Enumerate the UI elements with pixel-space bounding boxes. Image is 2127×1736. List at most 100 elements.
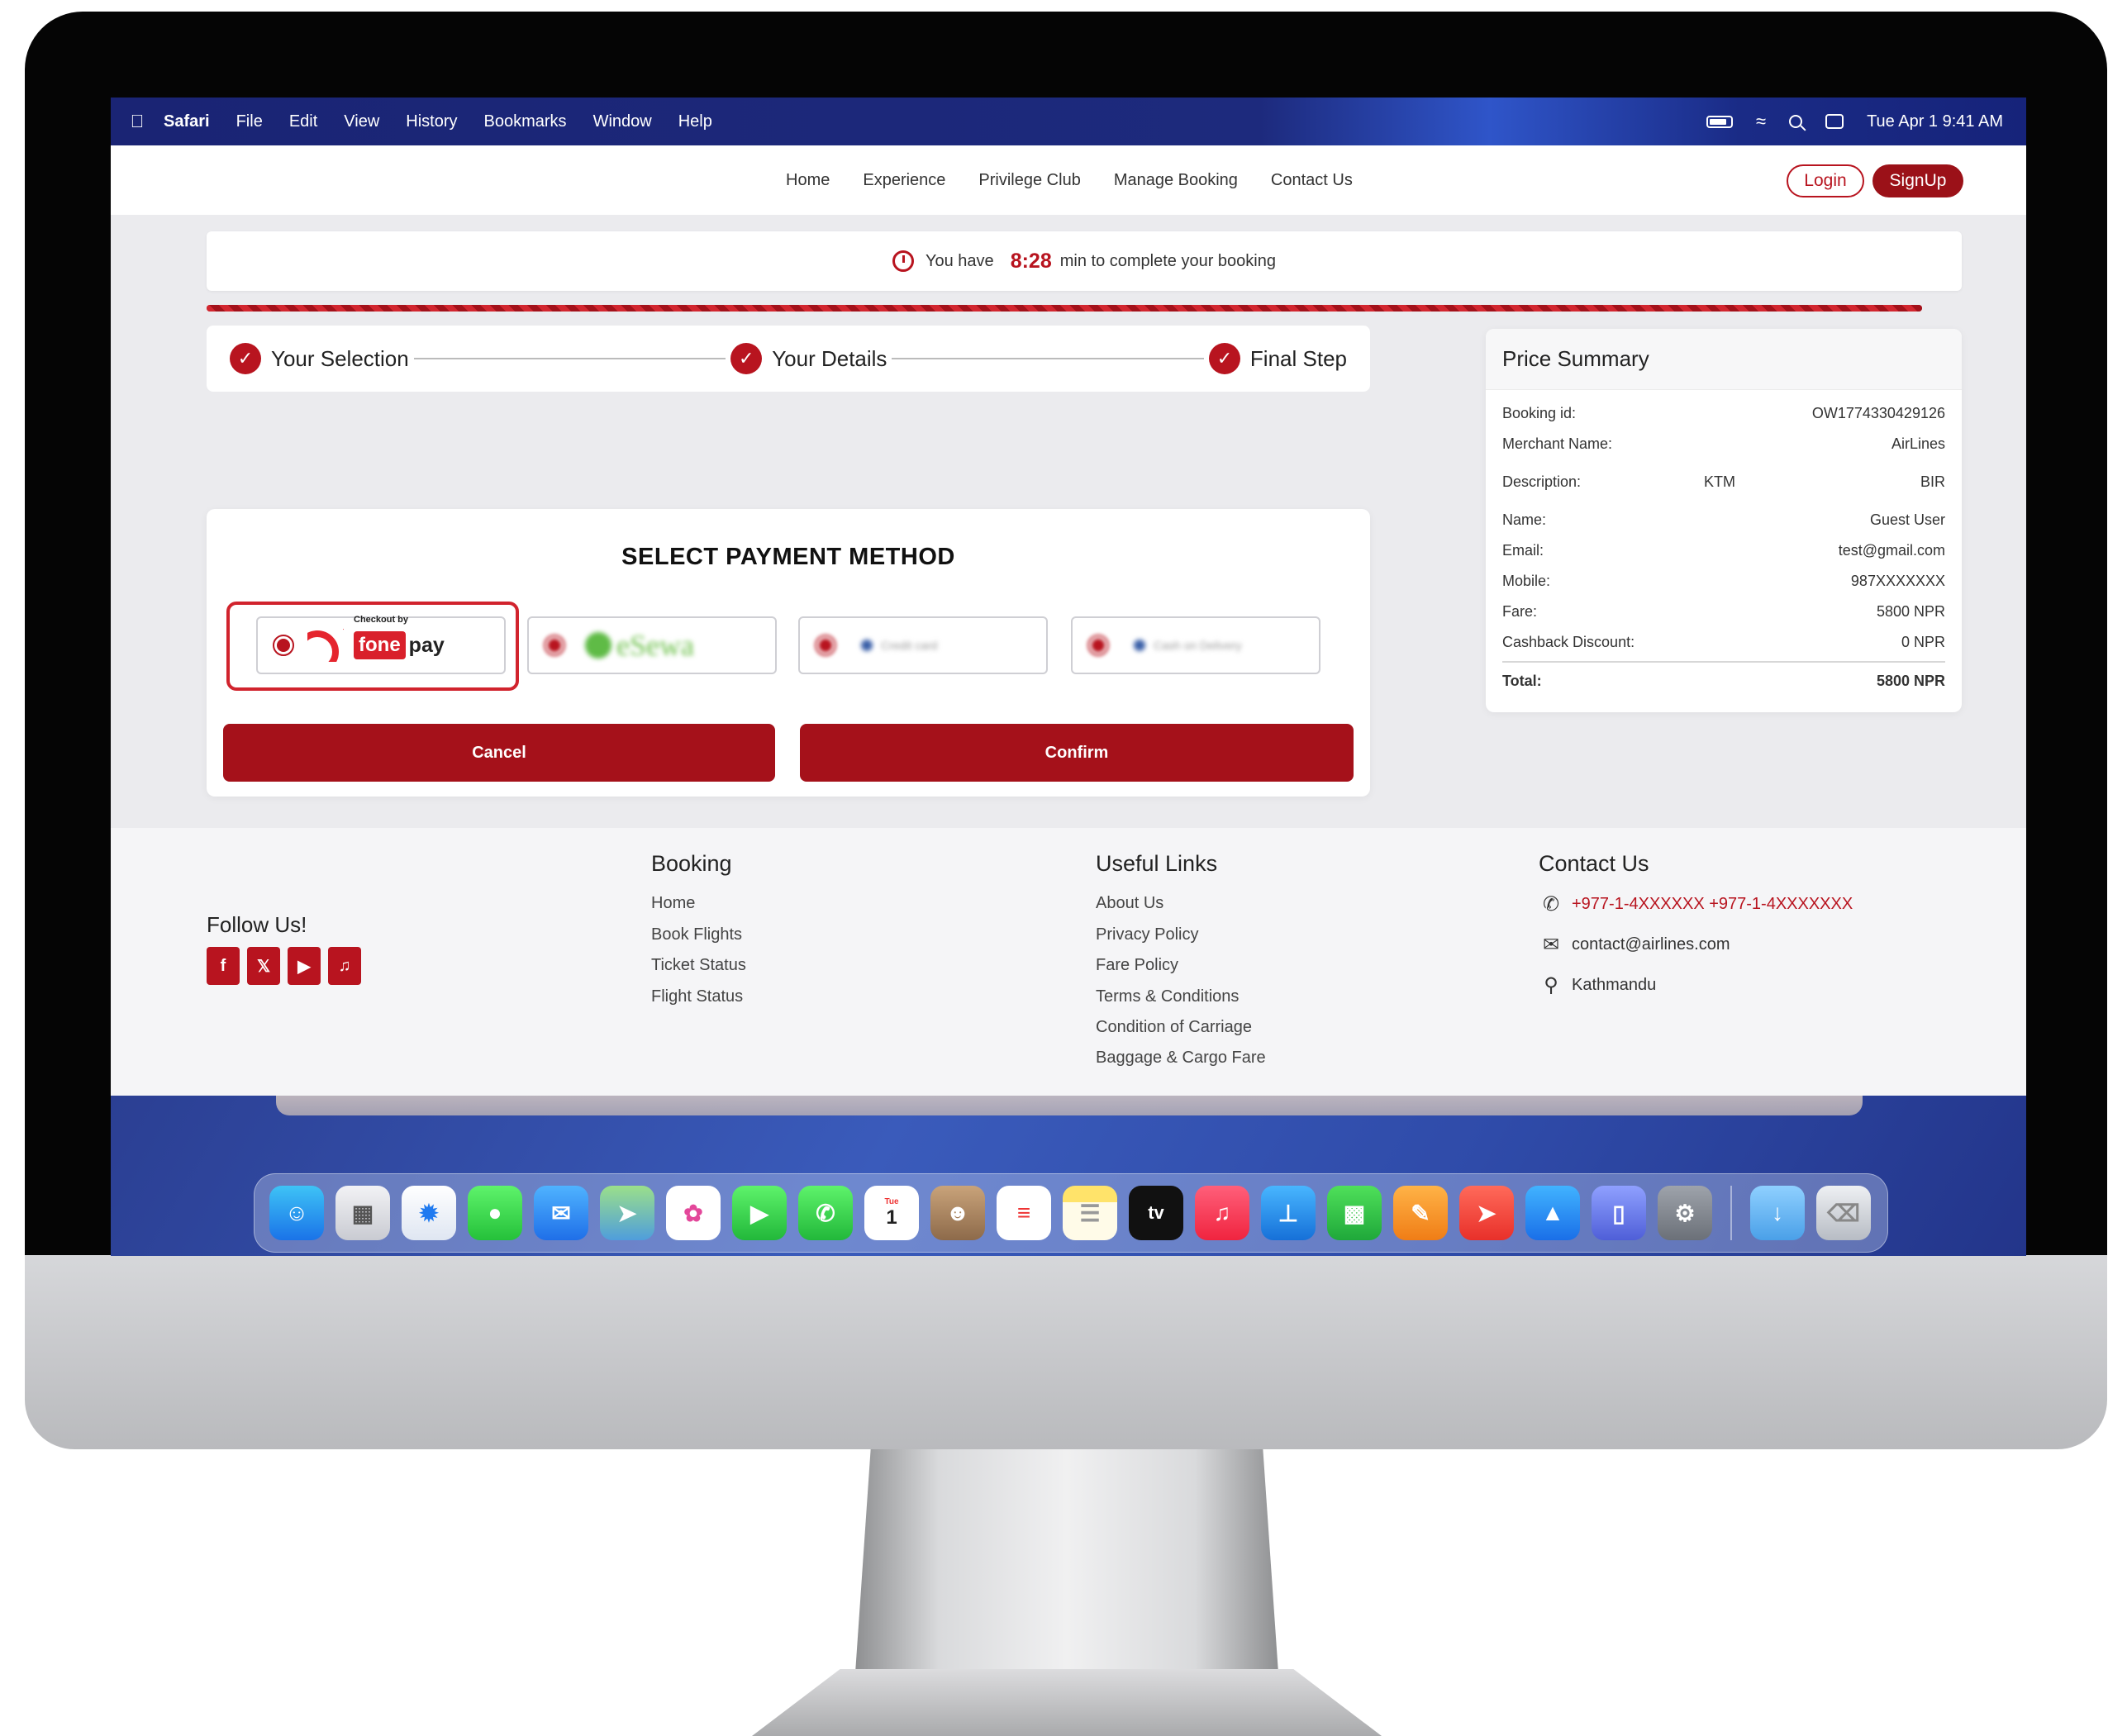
- cancel-button[interactable]: Cancel: [223, 724, 775, 782]
- nav-link-contact-us[interactable]: Contact Us: [1271, 171, 1353, 190]
- timer-progress-fill: [207, 305, 1922, 312]
- step-final-step: ✓ Final Step: [1208, 343, 1347, 374]
- summary-row-cashback: Cashback Discount: 0 NPR: [1502, 634, 1945, 651]
- nav-link-home[interactable]: Home: [786, 171, 830, 190]
- facetime-icon[interactable]: ▶: [732, 1186, 787, 1240]
- menu-history[interactable]: History: [406, 112, 457, 131]
- login-button[interactable]: Login: [1787, 164, 1864, 197]
- menu-bookmarks[interactable]: Bookmarks: [484, 112, 567, 131]
- facebook-icon[interactable]: f: [207, 947, 240, 985]
- music-icon[interactable]: ♫: [1195, 1186, 1249, 1240]
- check-icon: ✓: [1208, 343, 1240, 374]
- mail-icon[interactable]: ✉: [534, 1186, 588, 1240]
- footer-link-book-flights[interactable]: Book Flights: [651, 925, 742, 944]
- fonepay-checkout-by: Checkout by: [354, 615, 409, 625]
- summary-label: Fare:: [1502, 603, 1538, 620]
- trash-icon[interactable]: ⌫: [1816, 1186, 1871, 1240]
- phone-app-icon[interactable]: ✆: [798, 1186, 853, 1240]
- timer-countdown: 8:28: [1010, 249, 1052, 273]
- messages-icon[interactable]: ●: [468, 1186, 522, 1240]
- payment-option-fonepay[interactable]: Checkout by fone pay: [256, 615, 506, 674]
- step-label: Final Step: [1249, 345, 1347, 371]
- footer-useful-links-title: Useful Links: [1096, 851, 1218, 876]
- menu-edit[interactable]: Edit: [289, 112, 317, 131]
- footer-link-fare-policy[interactable]: Fare Policy: [1096, 956, 1178, 975]
- menubar-clock[interactable]: Tue Apr 1 9:41 AM: [1867, 112, 2003, 131]
- footer-link-terms[interactable]: Terms & Conditions: [1096, 987, 1239, 1006]
- map-pin-icon: ⚲: [1544, 974, 1558, 996]
- menu-help[interactable]: Help: [678, 112, 712, 131]
- apple-icon[interactable]: : [111, 111, 164, 132]
- footer-link-privacy-policy[interactable]: Privacy Policy: [1096, 925, 1198, 944]
- signup-button[interactable]: SignUp: [1872, 164, 1963, 197]
- footer-link-baggage-cargo-fare[interactable]: Baggage & Cargo Fare: [1096, 1049, 1266, 1068]
- nav-link-experience[interactable]: Experience: [863, 171, 945, 190]
- spotlight-search-icon[interactable]: [1789, 115, 1803, 128]
- apple-tv-icon[interactable]: tv: [1129, 1186, 1183, 1240]
- app-store-icon[interactable]: ▲: [1525, 1186, 1580, 1240]
- pages-icon[interactable]: ✎: [1393, 1186, 1448, 1240]
- follow-us-title: Follow Us!: [207, 912, 307, 937]
- footer-link-home[interactable]: Home: [651, 894, 695, 913]
- iphone-mirroring-icon[interactable]: ▯: [1592, 1186, 1646, 1240]
- timer-progress-bar: [207, 305, 1922, 312]
- summary-label: Total:: [1502, 673, 1542, 689]
- contact-email[interactable]: ✉ contact@airlines.com: [1539, 933, 1730, 957]
- radio-icon[interactable]: [1087, 635, 1109, 656]
- finder-icon[interactable]: ☺: [269, 1186, 324, 1240]
- youtube-icon[interactable]: ▶: [288, 947, 321, 985]
- menu-view[interactable]: View: [344, 112, 379, 131]
- payment-option-esewa[interactable]: eSewa: [527, 616, 777, 674]
- menu-file[interactable]: File: [236, 112, 263, 131]
- nav-links: Home Experience Privilege Club Manage Bo…: [786, 145, 1386, 215]
- payment-option-3[interactable]: Credit card: [798, 616, 1048, 674]
- screen:  Safari File Edit View History Bookmark…: [111, 98, 2026, 1256]
- numbers-icon[interactable]: ▩: [1327, 1186, 1382, 1240]
- photos-icon[interactable]: ✿: [666, 1186, 721, 1240]
- footer-link-condition-of-carriage[interactable]: Condition of Carriage: [1096, 1018, 1252, 1037]
- contacts-icon[interactable]: ☻: [930, 1186, 985, 1240]
- confirm-button[interactable]: Confirm: [800, 724, 1354, 782]
- keynote-icon[interactable]: ⊥: [1261, 1186, 1316, 1240]
- safari-icon[interactable]: ✹: [402, 1186, 456, 1240]
- tiktok-icon[interactable]: ♫: [328, 947, 361, 985]
- envelope-icon: ✉: [1542, 934, 1560, 956]
- summary-value: 5800 NPR: [1876, 673, 1945, 689]
- contact-phone-numbers[interactable]: +977-1-4XXXXXX +977-1-4XXXXXXX: [1572, 895, 1853, 914]
- summary-label: Cashback Discount:: [1502, 634, 1635, 650]
- contact-phone[interactable]: ✆ +977-1-4XXXXXX +977-1-4XXXXXXX: [1539, 892, 1853, 916]
- footer-contact-title: Contact Us: [1539, 851, 1649, 876]
- footer-link-about-us[interactable]: About Us: [1096, 894, 1163, 913]
- downloads-folder-icon[interactable]: ↓: [1750, 1186, 1805, 1240]
- contact-email-address[interactable]: contact@airlines.com: [1572, 935, 1730, 954]
- battery-icon[interactable]: [1706, 115, 1733, 128]
- nav-link-privilege-club[interactable]: Privilege Club: [978, 171, 1080, 190]
- reminders-icon[interactable]: ≡: [997, 1186, 1051, 1240]
- radio-icon[interactable]: [815, 635, 836, 656]
- summary-row-merchant: Merchant Name: AirLines: [1502, 435, 1945, 453]
- payment-option-4[interactable]: Cash on Delivery: [1071, 616, 1320, 674]
- summary-row-mobile: Mobile: 987XXXXXXX: [1502, 573, 1945, 590]
- footer-link-flight-status[interactable]: Flight Status: [651, 987, 743, 1006]
- notes-icon[interactable]: ☰: [1063, 1186, 1117, 1240]
- maps-icon[interactable]: ➤: [600, 1186, 654, 1240]
- nav-link-manage-booking[interactable]: Manage Booking: [1114, 171, 1238, 190]
- macos-menubar:  Safari File Edit View History Bookmark…: [111, 98, 2026, 145]
- fonepay-logo: Checkout by fone pay: [307, 615, 445, 662]
- control-center-icon[interactable]: [1825, 114, 1844, 129]
- menu-app-name[interactable]: Safari: [164, 112, 210, 131]
- wifi-icon[interactable]: ≈: [1756, 111, 1766, 132]
- payment-option-4-logo: Cash on Delivery: [1134, 639, 1242, 652]
- desktop-wallpaper: ☺ ▦ ✹ ● ✉ ➤ ✿ ▶ ✆ Tue 1 ☻ ≡ ☰ tv ♫ ⊥ ▩ ✎ …: [111, 1096, 2026, 1256]
- contact-location-text: Kathmandu: [1572, 976, 1657, 994]
- summary-label: Merchant Name:: [1502, 435, 1613, 452]
- footer-link-ticket-status[interactable]: Ticket Status: [651, 956, 746, 975]
- rocket-app-icon[interactable]: ➤: [1459, 1186, 1514, 1240]
- x-twitter-icon[interactable]: 𝕏: [247, 947, 280, 985]
- menu-window[interactable]: Window: [593, 112, 652, 131]
- calendar-icon[interactable]: Tue 1: [864, 1186, 919, 1240]
- launchpad-icon[interactable]: ▦: [335, 1186, 390, 1240]
- radio-icon[interactable]: [544, 635, 565, 656]
- radio-icon[interactable]: [273, 635, 294, 656]
- system-settings-icon[interactable]: ⚙: [1658, 1186, 1712, 1240]
